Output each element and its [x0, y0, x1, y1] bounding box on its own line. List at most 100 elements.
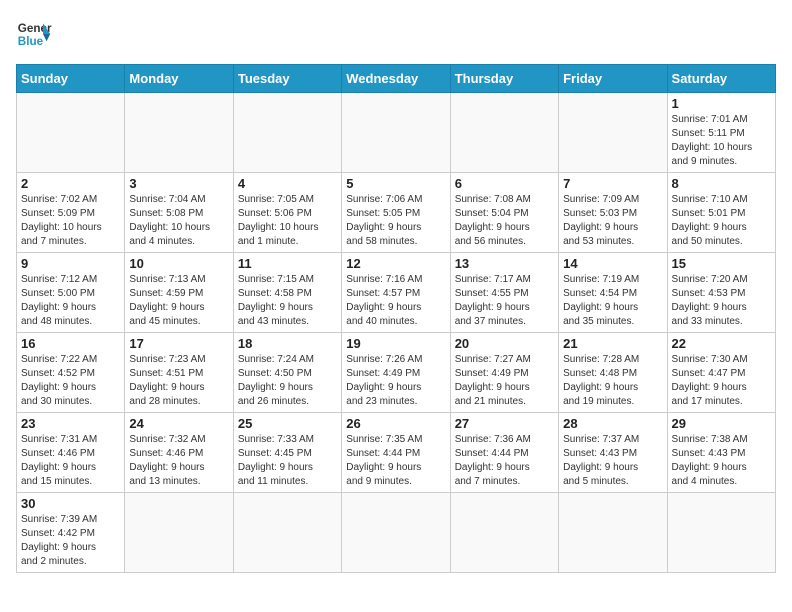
calendar-cell: 13Sunrise: 7:17 AM Sunset: 4:55 PM Dayli… [450, 253, 558, 333]
day-number: 15 [672, 256, 771, 271]
day-info: Sunrise: 7:39 AM Sunset: 4:42 PM Dayligh… [21, 513, 120, 569]
day-number: 1 [672, 96, 771, 111]
calendar-cell: 14 Sunrise: 7:19 AM Sunset: 4:54 PM Dayli… [559, 253, 667, 333]
calendar-cell [667, 493, 775, 573]
day-number: 17 [129, 336, 228, 351]
calendar-cell: 5 Sunrise: 7:06 AM Sunset: 5:05 PM Daylig… [342, 173, 450, 253]
week-row-5: 23 Sunrise: 7:31 AM Sunset: 4:46 PM Dayli… [17, 413, 776, 493]
day-info: Sunrise: 7:22 AM Sunset: 4:52 PM Dayligh… [21, 353, 120, 409]
day-info: Sunrise: 7:32 AM Sunset: 4:46 PM Dayligh… [129, 433, 228, 489]
day-number: 25 [238, 416, 337, 431]
day-number: 6 [455, 176, 554, 191]
weekday-header-monday: Monday [125, 65, 233, 93]
calendar-cell: 20Sunrise: 7:27 AM Sunset: 4:49 PM Dayli… [450, 333, 558, 413]
day-number: 24 [129, 416, 228, 431]
day-info: Sunrise: 7:12 AM Sunset: 5:00 PM Dayligh… [21, 273, 120, 329]
day-number: 22 [672, 336, 771, 351]
day-number: 14 [563, 256, 662, 271]
day-number: 8 [672, 176, 771, 191]
day-info: Sunrise: 7:36 AM Sunset: 4:44 PM Dayligh… [455, 433, 554, 489]
day-number: 29 [672, 416, 771, 431]
calendar-cell: 28 Sunrise: 7:37 AM Sunset: 4:43 PM Dayli… [559, 413, 667, 493]
day-number: 10 [129, 256, 228, 271]
weekday-header-sunday: Sunday [17, 65, 125, 93]
day-number: 21 [563, 336, 662, 351]
calendar-cell: 16 Sunrise: 7:22 AM Sunset: 4:52 PM Dayli… [17, 333, 125, 413]
day-info: Sunrise: 7:27 AM Sunset: 4:49 PM Dayligh… [455, 353, 554, 409]
day-number: 7 [563, 176, 662, 191]
day-info: Sunrise: 7:16 AM Sunset: 4:57 PM Dayligh… [346, 273, 445, 329]
day-number: 16 [21, 336, 120, 351]
day-number: 4 [238, 176, 337, 191]
calendar-cell [125, 93, 233, 173]
day-number: 27 [455, 416, 554, 431]
day-info: Sunrise: 7:10 AM Sunset: 5:01 PM Dayligh… [672, 193, 771, 249]
day-info: Sunrise: 7:26 AM Sunset: 4:49 PM Dayligh… [346, 353, 445, 409]
week-row-2: 2 Sunrise: 7:02 AM Sunset: 5:09 PM Daylig… [17, 173, 776, 253]
day-number: 19 [346, 336, 445, 351]
calendar-cell: 27 Sunrise: 7:36 AM Sunset: 4:44 PM Dayli… [450, 413, 558, 493]
calendar-cell [233, 493, 341, 573]
day-number: 23 [21, 416, 120, 431]
weekday-header-friday: Friday [559, 65, 667, 93]
calendar-cell: 2 Sunrise: 7:02 AM Sunset: 5:09 PM Daylig… [17, 173, 125, 253]
day-number: 30 [21, 496, 120, 511]
day-info: Sunrise: 7:24 AM Sunset: 4:50 PM Dayligh… [238, 353, 337, 409]
day-info: Sunrise: 7:06 AM Sunset: 5:05 PM Dayligh… [346, 193, 445, 249]
calendar-cell: 25 Sunrise: 7:33 AM Sunset: 4:45 PM Dayli… [233, 413, 341, 493]
day-number: 12 [346, 256, 445, 271]
calendar-cell: 30 Sunrise: 7:39 AM Sunset: 4:42 PM Dayli… [17, 493, 125, 573]
day-info: Sunrise: 7:15 AM Sunset: 4:58 PM Dayligh… [238, 273, 337, 329]
weekday-header-wednesday: Wednesday [342, 65, 450, 93]
svg-text:Blue: Blue [18, 35, 44, 48]
calendar-cell: 19 Sunrise: 7:26 AM Sunset: 4:49 PM Dayli… [342, 333, 450, 413]
day-info: Sunrise: 7:20 AM Sunset: 4:53 PM Dayligh… [672, 273, 771, 329]
weekday-header-thursday: Thursday [450, 65, 558, 93]
logo-icon: General Blue [16, 16, 52, 52]
calendar-cell: 3Sunrise: 7:04 AM Sunset: 5:08 PM Daylig… [125, 173, 233, 253]
calendar-cell: 9Sunrise: 7:12 AM Sunset: 5:00 PM Daylig… [17, 253, 125, 333]
calendar-table: SundayMondayTuesdayWednesdayThursdayFrid… [16, 64, 776, 573]
calendar-cell [125, 493, 233, 573]
calendar-cell: 12 Sunrise: 7:16 AM Sunset: 4:57 PM Dayli… [342, 253, 450, 333]
calendar-cell: 24 Sunrise: 7:32 AM Sunset: 4:46 PM Dayli… [125, 413, 233, 493]
day-info: Sunrise: 7:35 AM Sunset: 4:44 PM Dayligh… [346, 433, 445, 489]
calendar-cell [233, 93, 341, 173]
day-number: 28 [563, 416, 662, 431]
calendar-cell: 22Sunrise: 7:30 AM Sunset: 4:47 PM Dayli… [667, 333, 775, 413]
calendar-cell: 6 Sunrise: 7:08 AM Sunset: 5:04 PM Daylig… [450, 173, 558, 253]
day-info: Sunrise: 7:13 AM Sunset: 4:59 PM Dayligh… [129, 273, 228, 329]
day-info: Sunrise: 7:08 AM Sunset: 5:04 PM Dayligh… [455, 193, 554, 249]
week-row-4: 16 Sunrise: 7:22 AM Sunset: 4:52 PM Dayli… [17, 333, 776, 413]
week-row-1: 1 Sunrise: 7:01 AM Sunset: 5:11 PM Daylig… [17, 93, 776, 173]
day-info: Sunrise: 7:19 AM Sunset: 4:54 PM Dayligh… [563, 273, 662, 329]
calendar-cell: 11 Sunrise: 7:15 AM Sunset: 4:58 PM Dayli… [233, 253, 341, 333]
day-info: Sunrise: 7:01 AM Sunset: 5:11 PM Dayligh… [672, 113, 771, 169]
calendar-cell: 15 Sunrise: 7:20 AM Sunset: 4:53 PM Dayli… [667, 253, 775, 333]
calendar-cell: 23 Sunrise: 7:31 AM Sunset: 4:46 PM Dayli… [17, 413, 125, 493]
calendar-cell [17, 93, 125, 173]
day-info: Sunrise: 7:02 AM Sunset: 5:09 PM Dayligh… [21, 193, 120, 249]
weekday-header-tuesday: Tuesday [233, 65, 341, 93]
day-number: 11 [238, 256, 337, 271]
week-row-6: 30 Sunrise: 7:39 AM Sunset: 4:42 PM Dayli… [17, 493, 776, 573]
calendar-cell [559, 493, 667, 573]
week-row-3: 9Sunrise: 7:12 AM Sunset: 5:00 PM Daylig… [17, 253, 776, 333]
calendar-cell: 29Sunrise: 7:38 AM Sunset: 4:43 PM Dayli… [667, 413, 775, 493]
day-info: Sunrise: 7:17 AM Sunset: 4:55 PM Dayligh… [455, 273, 554, 329]
day-info: Sunrise: 7:28 AM Sunset: 4:48 PM Dayligh… [563, 353, 662, 409]
day-info: Sunrise: 7:31 AM Sunset: 4:46 PM Dayligh… [21, 433, 120, 489]
day-number: 2 [21, 176, 120, 191]
day-info: Sunrise: 7:37 AM Sunset: 4:43 PM Dayligh… [563, 433, 662, 489]
day-info: Sunrise: 7:33 AM Sunset: 4:45 PM Dayligh… [238, 433, 337, 489]
calendar-cell: 26Sunrise: 7:35 AM Sunset: 4:44 PM Dayli… [342, 413, 450, 493]
weekday-header-saturday: Saturday [667, 65, 775, 93]
calendar-cell: 1 Sunrise: 7:01 AM Sunset: 5:11 PM Daylig… [667, 93, 775, 173]
day-info: Sunrise: 7:05 AM Sunset: 5:06 PM Dayligh… [238, 193, 337, 249]
day-info: Sunrise: 7:23 AM Sunset: 4:51 PM Dayligh… [129, 353, 228, 409]
calendar-cell [342, 493, 450, 573]
calendar-cell: 4 Sunrise: 7:05 AM Sunset: 5:06 PM Daylig… [233, 173, 341, 253]
page-header: General Blue [16, 16, 776, 52]
day-number: 5 [346, 176, 445, 191]
calendar-cell: 21 Sunrise: 7:28 AM Sunset: 4:48 PM Dayli… [559, 333, 667, 413]
